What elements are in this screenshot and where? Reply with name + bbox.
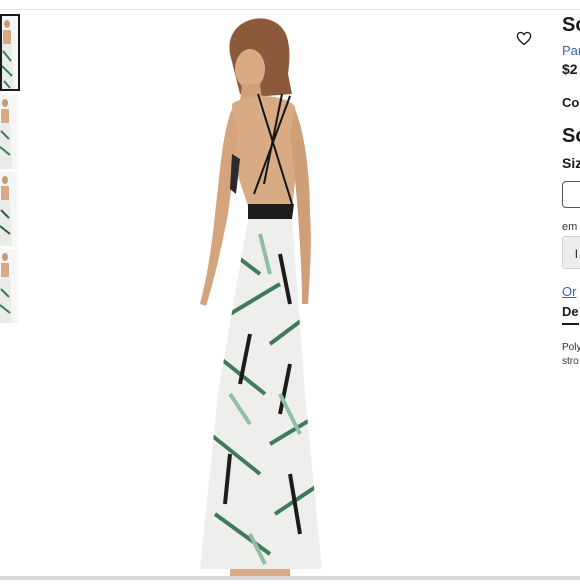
color-name: So <box>562 125 580 147</box>
tab-details[interactable]: De <box>562 304 579 325</box>
thumbnail-1[interactable] <box>0 14 20 91</box>
or-link[interactable]: Or <box>562 284 576 299</box>
details-description: Poly stro <box>562 342 580 367</box>
heart-icon[interactable] <box>516 31 532 46</box>
product-info-panel: So Par $2 Co So Siz em l Or De Poly stro <box>562 0 580 580</box>
color-label: Co <box>562 95 580 110</box>
product-title: So <box>562 14 580 36</box>
thumbnail-2[interactable] <box>0 95 18 169</box>
bottom-border <box>0 576 580 580</box>
size-option-button[interactable] <box>562 181 580 208</box>
header-divider <box>0 9 580 10</box>
product-price: $2 <box>562 61 578 77</box>
thumbnail-3[interactable] <box>0 172 18 246</box>
size-label: Siz <box>562 155 580 171</box>
thumbnail-4[interactable] <box>0 249 18 323</box>
notify-button[interactable]: l <box>562 236 580 269</box>
brand-link[interactable]: Par <box>562 43 580 58</box>
email-field-label: em <box>562 221 578 233</box>
main-product-image[interactable] <box>170 14 360 580</box>
